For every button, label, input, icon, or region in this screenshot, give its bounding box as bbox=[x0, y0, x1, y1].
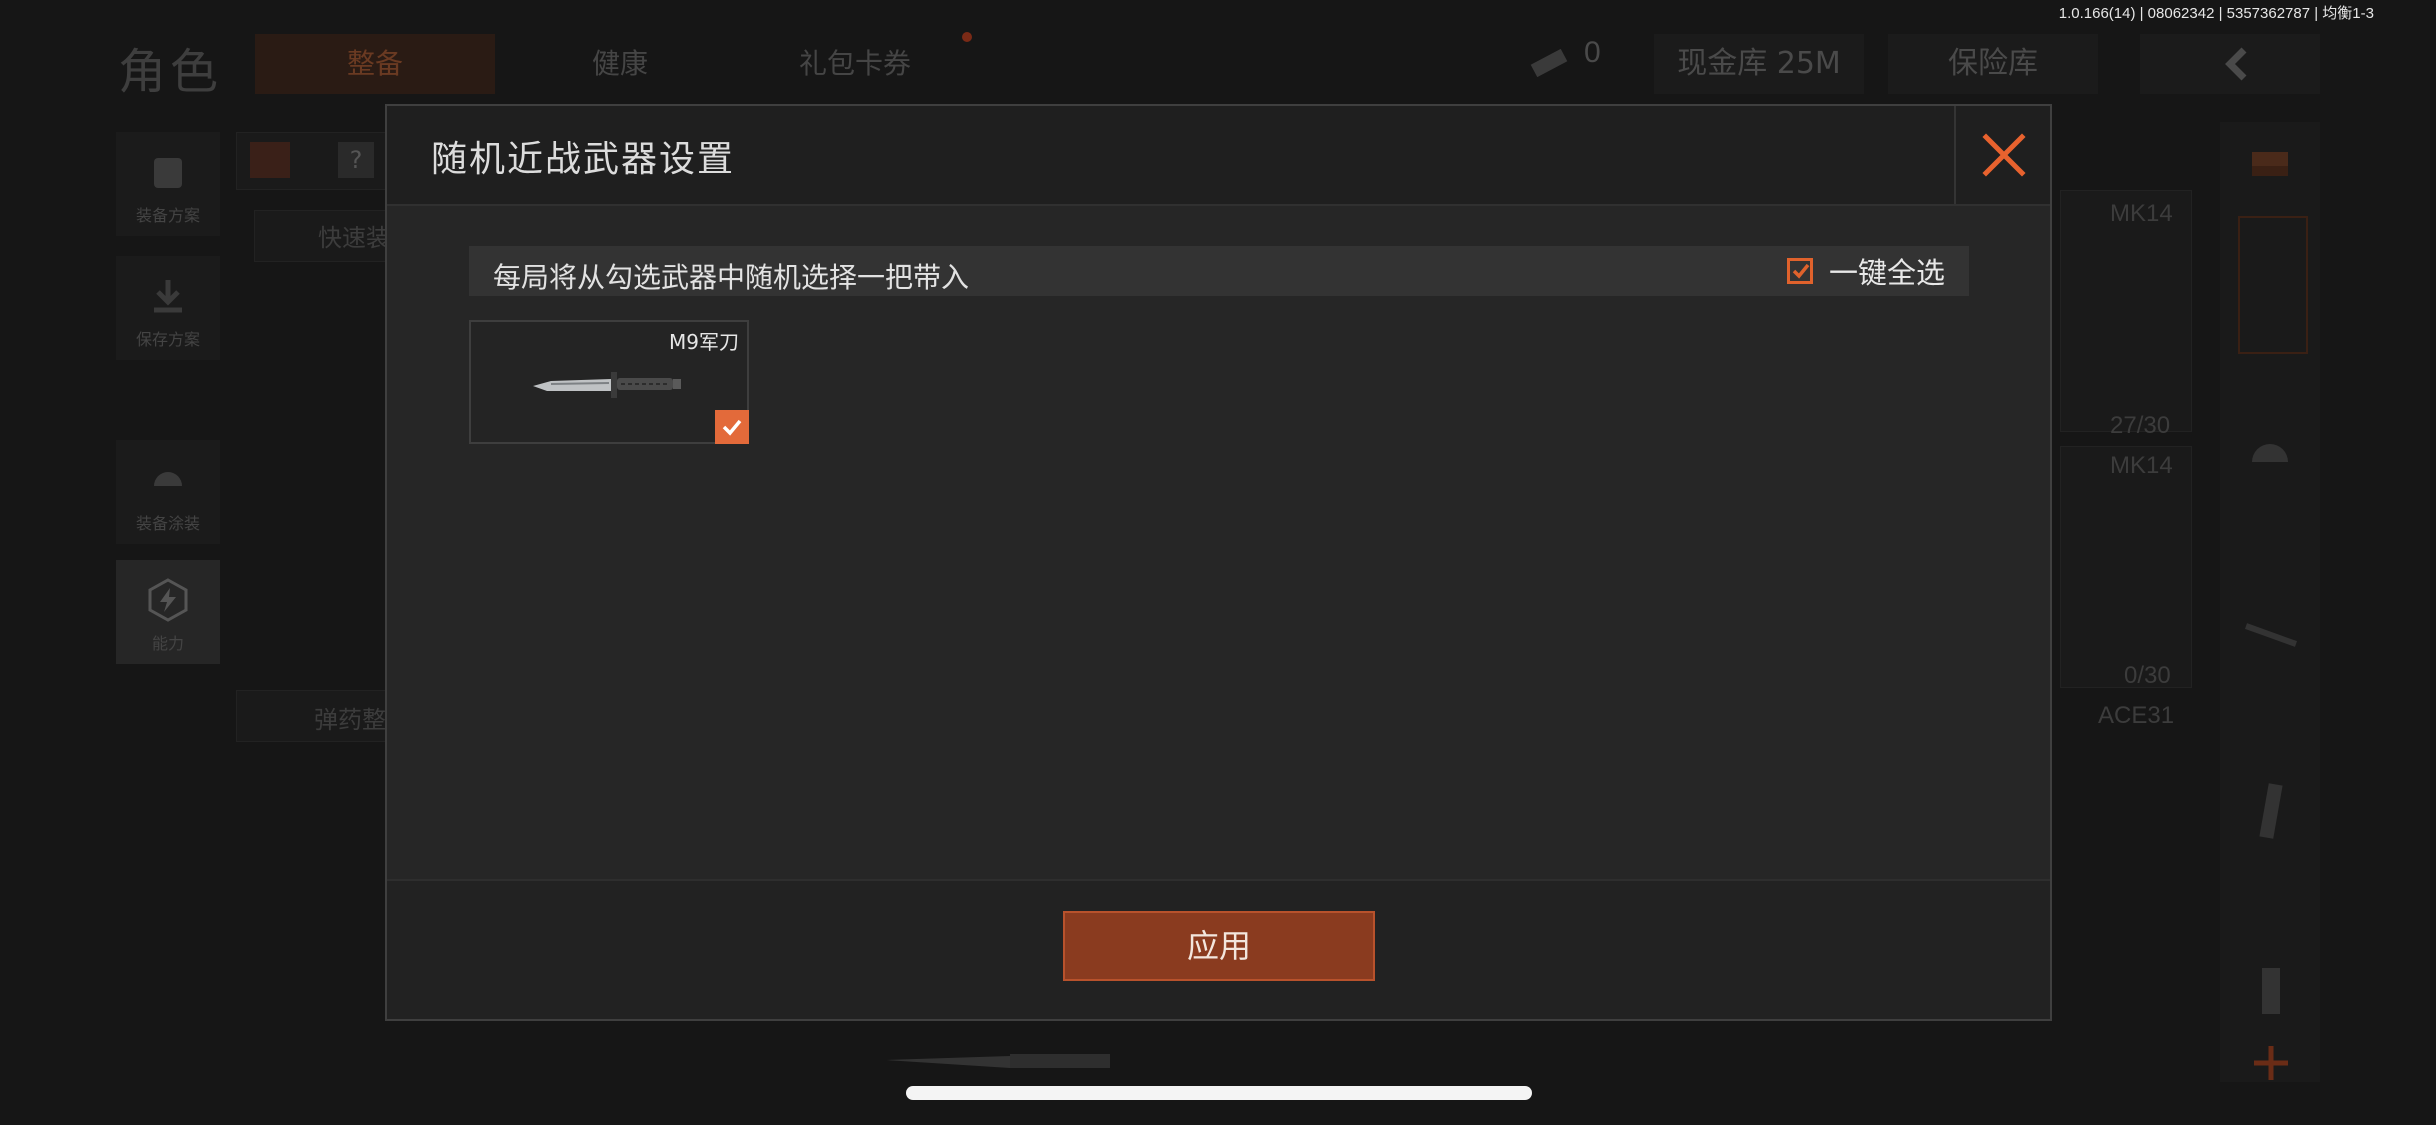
bg-slot-label-3: ACE31 bbox=[2098, 702, 2175, 729]
bg-fire-icon bbox=[250, 142, 290, 178]
hint-text: 每局将从勾选武器中随机选择一把带入 bbox=[493, 261, 970, 294]
back-button bbox=[2140, 34, 2320, 94]
checkmark-icon bbox=[1792, 263, 1810, 279]
cash-vault: 现金库 25M bbox=[1654, 34, 1864, 94]
bg-slot-label-1: MK14 bbox=[2110, 200, 2173, 227]
close-icon bbox=[1982, 133, 2026, 177]
weapon-name: M9军刀 bbox=[669, 330, 739, 354]
bg-selected-tab bbox=[2238, 216, 2308, 354]
select-all-label: 一键全选 bbox=[1828, 256, 1945, 290]
bg-slot-ammo-2: 0/30 bbox=[2124, 662, 2171, 689]
bg-add-icon bbox=[2238, 1030, 2304, 1096]
safe-box: 保险库 bbox=[1888, 34, 2098, 94]
currency-count: 0 bbox=[1584, 36, 1601, 69]
notification-dot bbox=[962, 32, 972, 42]
bg-helmet-icon bbox=[2238, 420, 2304, 486]
tab-equip: 整备 bbox=[255, 34, 495, 94]
bg-layers-icon bbox=[2238, 132, 2304, 198]
bg-ammo-label: 弹药整 bbox=[314, 706, 386, 734]
bg-quick-label: 快速装 bbox=[318, 224, 390, 252]
random-melee-settings-dialog: 随机近战武器设置 每局将从勾选武器中随机选择一把带入 一键全选 M9军刀 应用 bbox=[385, 104, 2052, 1021]
combat-knife-icon bbox=[533, 372, 681, 398]
select-all-checkbox[interactable] bbox=[1786, 258, 1813, 284]
bg-magazine-icon bbox=[2238, 778, 2304, 844]
bg-bottle-icon bbox=[2238, 954, 2304, 1020]
vest-icon bbox=[154, 158, 182, 188]
side-item-save: 保存方案 bbox=[116, 256, 220, 360]
tab-gift-cards: 礼包卡券 bbox=[798, 47, 911, 80]
dialog-footer: 应用 bbox=[387, 879, 2050, 1019]
bg-help-icon: ? bbox=[338, 142, 374, 178]
dialog-title: 随机近战武器设置 bbox=[431, 139, 736, 180]
bg-knife-icon bbox=[880, 1024, 1120, 1094]
close-button[interactable] bbox=[1954, 106, 2050, 204]
download-icon bbox=[154, 280, 182, 313]
bg-slot-ammo-1: 27/30 bbox=[2110, 412, 2171, 439]
select-all-toggle[interactable]: 一键全选 bbox=[1786, 252, 1945, 290]
helmet-icon bbox=[154, 472, 182, 486]
bg-slot-2 bbox=[2060, 446, 2192, 688]
home-indicator[interactable] bbox=[906, 1086, 1532, 1100]
weapon-checkbox[interactable] bbox=[715, 410, 749, 444]
side-item-skin: 装备涂装 bbox=[116, 440, 220, 544]
lightning-icon bbox=[148, 578, 188, 622]
side-item-ability: 能力 bbox=[116, 560, 220, 664]
tab-health: 健康 bbox=[591, 47, 648, 80]
version-info: 1.0.166(14) | 08062342 | 5357362787 | 均衡… bbox=[2058, 5, 2374, 22]
weapon-card[interactable]: M9军刀 bbox=[469, 320, 749, 444]
side-item-loadout: 装备方案 bbox=[116, 132, 220, 236]
hint-bar: 每局将从勾选武器中随机选择一把带入 一键全选 bbox=[469, 246, 1969, 296]
bg-slot-label-2: MK14 bbox=[2110, 452, 2173, 479]
bg-rifle-icon bbox=[2238, 600, 2304, 666]
page-title: 角色 bbox=[118, 44, 223, 100]
checkmark-icon bbox=[722, 419, 742, 436]
apply-button[interactable]: 应用 bbox=[1063, 911, 1375, 981]
dialog-header: 随机近战武器设置 bbox=[387, 106, 2050, 206]
cash-stack-icon bbox=[1528, 42, 1572, 82]
back-arrow-icon bbox=[2225, 47, 2247, 81]
